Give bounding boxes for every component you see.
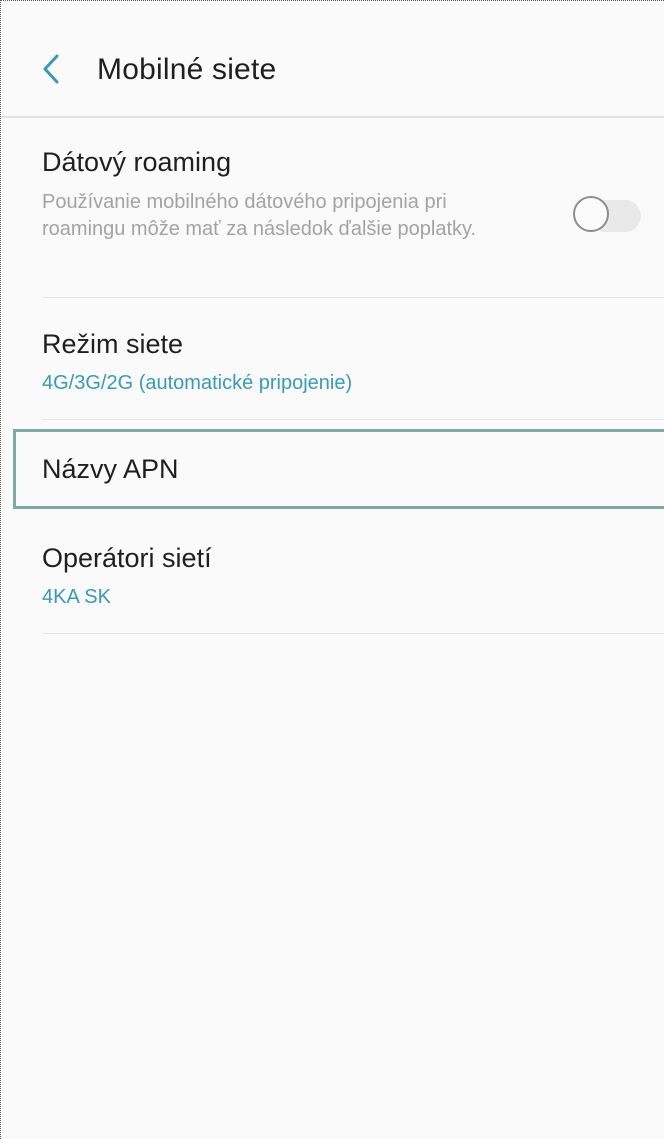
screen: Mobilné siete Dátový roaming Používanie …: [0, 0, 664, 1139]
toggle-knob: [573, 196, 609, 232]
apn-names-row[interactable]: Názvy APN: [13, 429, 664, 509]
network-operators-row[interactable]: Operátori sietí 4KA SK: [13, 513, 664, 635]
back-button[interactable]: [31, 47, 71, 91]
network-mode-value: 4G/3G/2G (automatické pripojenie): [42, 372, 353, 394]
data-roaming-toggle[interactable]: [573, 196, 641, 234]
network-operators-title: Operátori sietí: [42, 543, 212, 573]
apn-names-title: Názvy APN: [42, 454, 179, 484]
divider: [42, 419, 664, 420]
data-roaming-title: Dátový roaming: [42, 147, 232, 177]
network-mode-title: Režim siete: [42, 329, 184, 359]
network-mode-row[interactable]: Režim siete 4G/3G/2G (automatické pripoj…: [13, 299, 664, 421]
data-roaming-description: Používanie mobilného dátového pripojenia…: [42, 191, 477, 240]
app-bar: Mobilné siete: [1, 1, 664, 118]
divider: [42, 297, 664, 298]
data-roaming-row[interactable]: Dátový roaming Používanie mobilného dáto…: [13, 119, 664, 299]
page-title: Mobilné siete: [97, 53, 277, 86]
network-operators-value: 4KA SK: [42, 586, 111, 608]
divider: [42, 633, 664, 634]
chevron-left-icon: [43, 54, 59, 84]
